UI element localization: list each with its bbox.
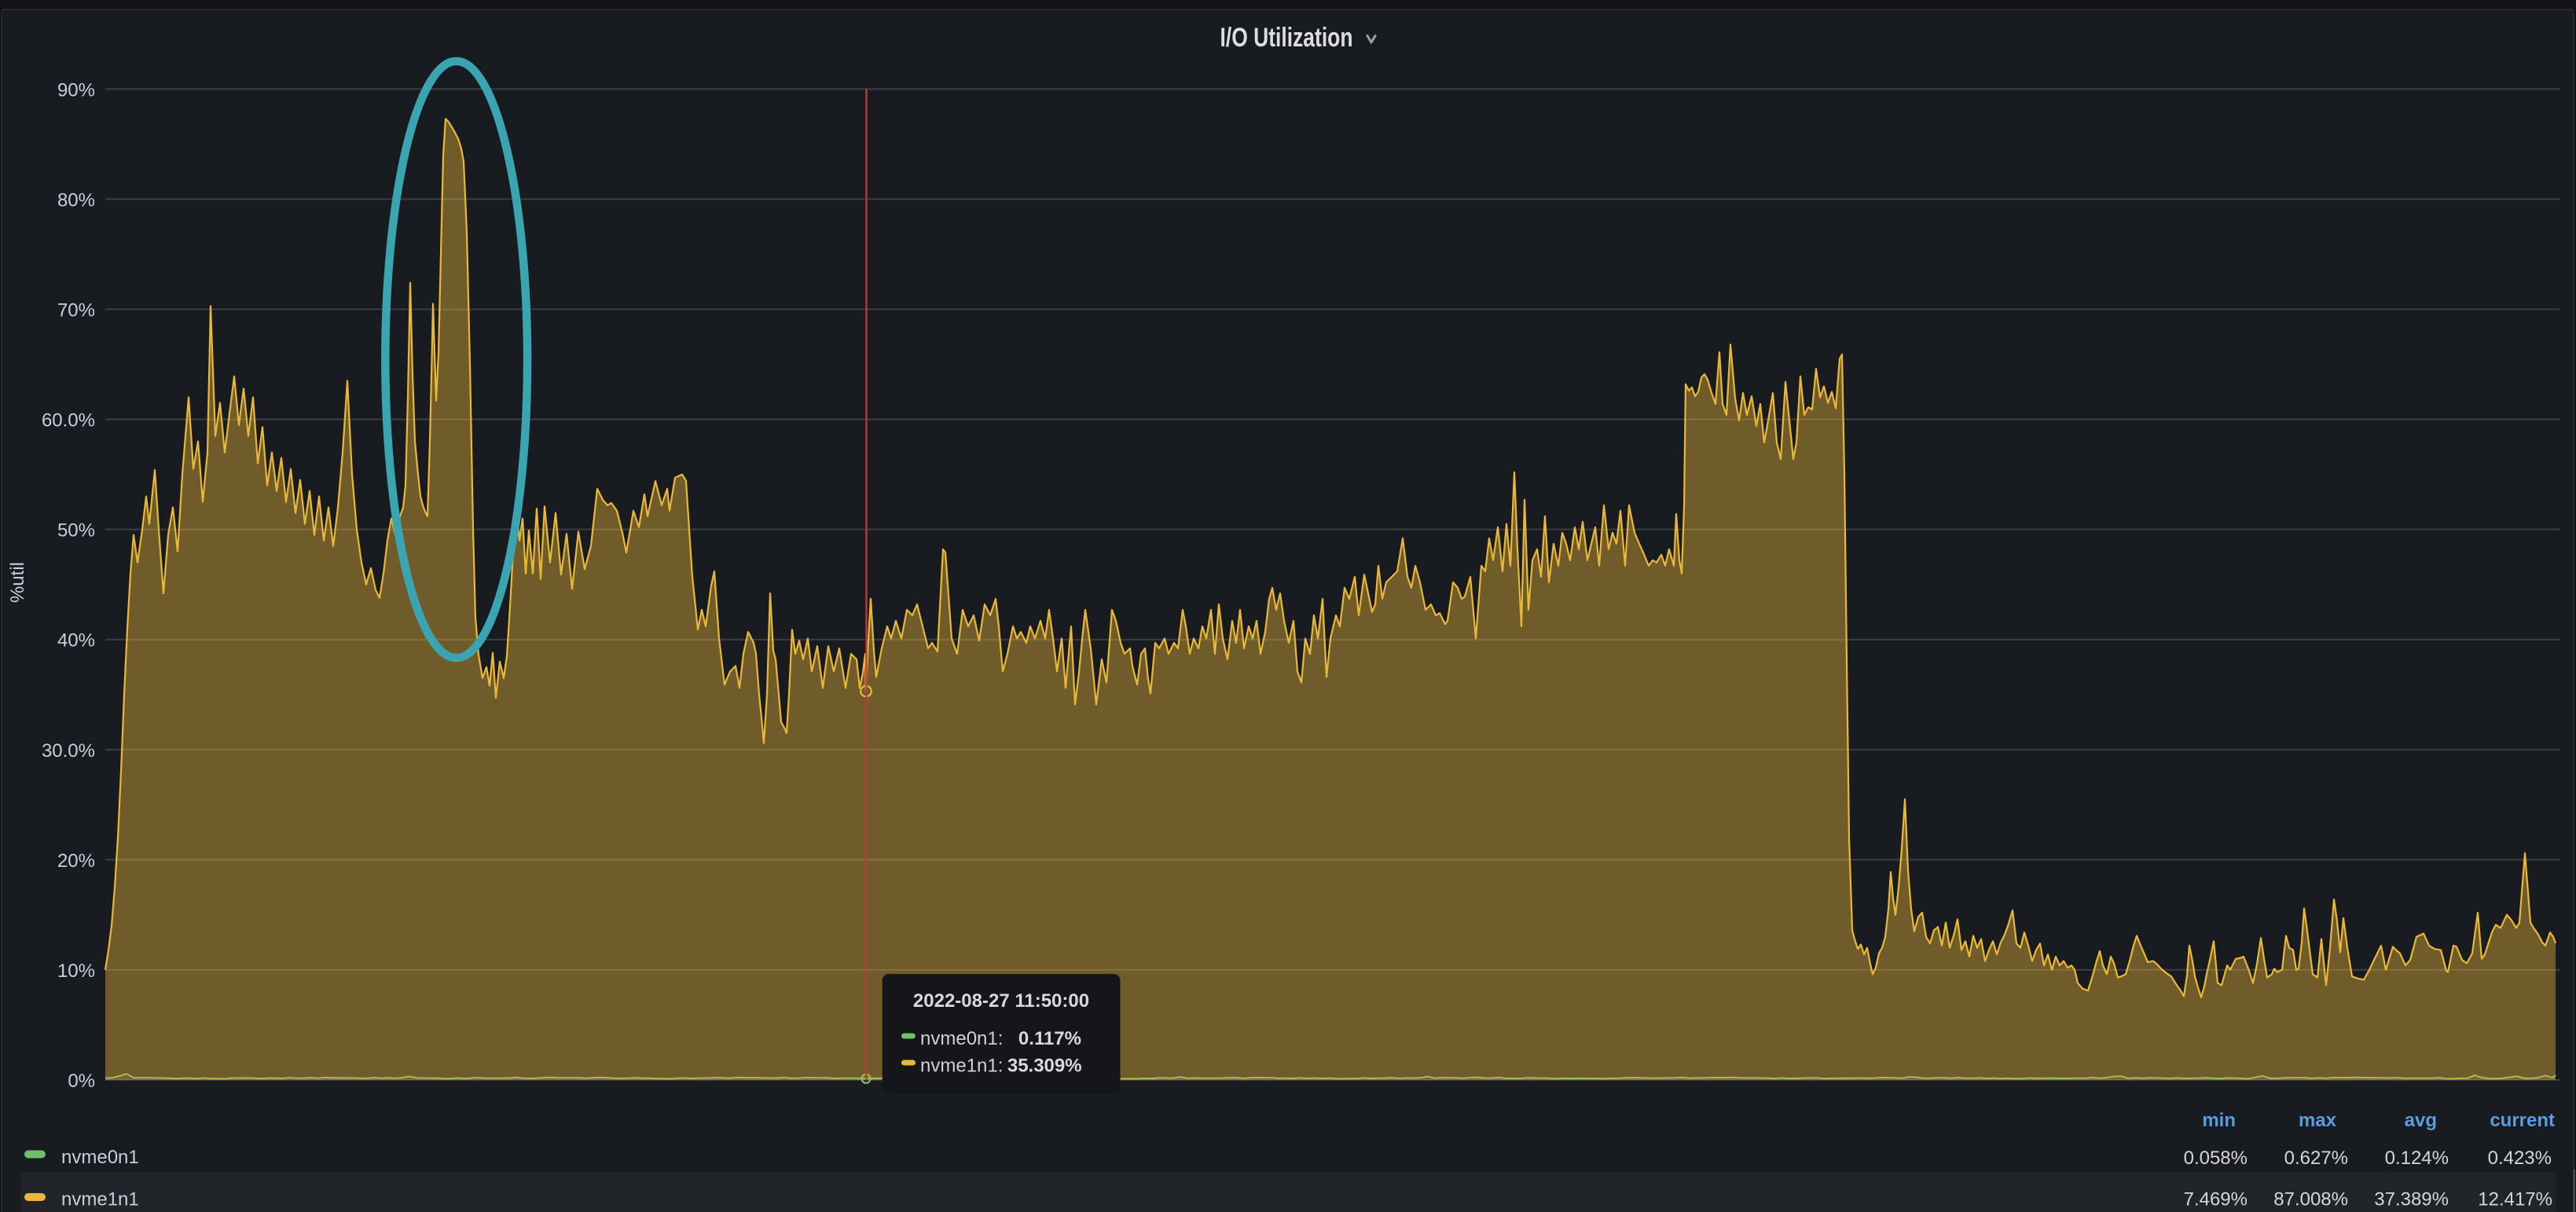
svg-text:0.124%: 0.124% [2385,1148,2449,1169]
svg-text:2022-08-27 11:50:00: 2022-08-27 11:50:00 [913,990,1089,1012]
svg-text:0.423%: 0.423% [2488,1148,2552,1169]
svg-text:87.008%: 87.008% [2273,1189,2348,1210]
svg-text:50%: 50% [57,520,95,542]
svg-text:30.0%: 30.0% [42,740,95,762]
svg-text:20%: 20% [57,850,95,872]
svg-text:10%: 10% [57,960,95,982]
svg-text:min: min [2202,1110,2236,1131]
svg-text:nvme1n1: nvme1n1 [61,1189,139,1210]
svg-text:0.117%: 0.117% [1018,1028,1081,1049]
svg-text:80%: 80% [57,189,95,211]
svg-text:0.627%: 0.627% [2284,1148,2348,1169]
svg-text:7.469%: 7.469% [2184,1189,2248,1210]
svg-text:37.389%: 37.389% [2374,1189,2449,1210]
svg-text:60.0%: 60.0% [42,410,95,432]
svg-text:40%: 40% [57,630,95,652]
svg-text:70%: 70% [57,300,95,321]
svg-text:0%: 0% [68,1071,95,1092]
svg-text:I/O Utilization: I/O Utilization [1220,23,1353,53]
svg-text:nvme0n1:: nvme0n1: [920,1028,1003,1049]
svg-text:0.058%: 0.058% [2184,1148,2248,1169]
svg-text:90%: 90% [57,79,95,101]
svg-text:max: max [2299,1110,2337,1131]
svg-text:%util: %util [7,562,28,603]
svg-text:avg: avg [2405,1110,2437,1131]
svg-text:12.417%: 12.417% [2478,1189,2552,1210]
svg-text:nvme1n1:: nvme1n1: [920,1056,1003,1077]
svg-text:35.309%: 35.309% [1007,1056,1082,1077]
svg-text:current: current [2490,1110,2555,1131]
svg-text:nvme0n1: nvme0n1 [61,1147,139,1168]
